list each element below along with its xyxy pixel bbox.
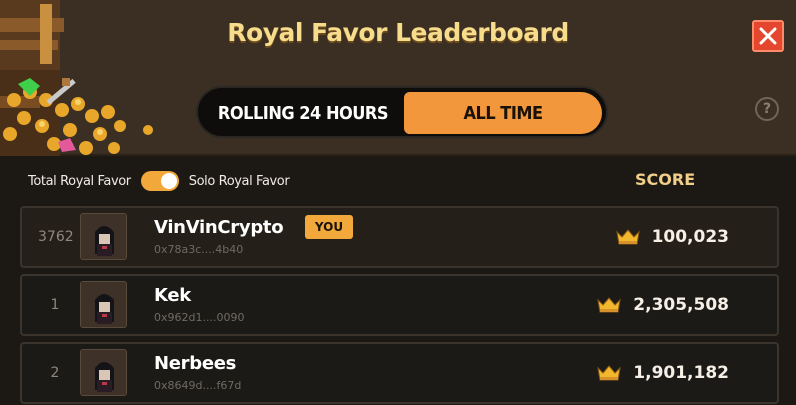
time-range-toggle: ROLLING 24 HOURS ALL TIME [196, 86, 608, 138]
close-button[interactable] [752, 20, 784, 52]
score-value: 100,023 [651, 227, 729, 247]
score-value: 2,305,508 [633, 295, 729, 315]
you-badge: YOU [305, 215, 353, 239]
crown-icon [597, 365, 622, 381]
tab-rolling-24-hours[interactable]: ROLLING 24 HOURS [204, 92, 402, 134]
avatar [80, 281, 127, 328]
score: 2,305,508 [597, 276, 729, 334]
rank: 3762 [38, 229, 74, 245]
page-title: Royal Favor Leaderboard [227, 18, 569, 47]
score: 100,023 [615, 208, 729, 266]
leaderboard-row-you: 3762 VinVinCrypto YOU 0x78a3c....4b40 10… [20, 206, 779, 268]
solo-royal-favor-label: Solo Royal Favor [188, 173, 290, 189]
avatar [80, 349, 127, 396]
player-name: VinVinCrypto [154, 217, 284, 238]
close-icon [759, 27, 777, 45]
avatar [80, 213, 127, 260]
score-value: 1,901,182 [633, 363, 729, 383]
leaderboard-row: 2 Nerbees 0x8649d....f67d 1,901,182 [20, 342, 779, 404]
total-royal-favor-label: Total Royal Favor [28, 173, 131, 189]
switch-knob [160, 173, 177, 189]
player-name: Nerbees [154, 353, 237, 374]
favor-filter: Total Royal Favor Solo Royal Favor [28, 170, 290, 192]
help-icon[interactable]: ? [755, 97, 779, 121]
leaderboard-row: 1 Kek 0x962d1....0090 2,305,508 [20, 274, 779, 336]
player-name: Kek [154, 285, 191, 306]
rank: 2 [50, 365, 60, 381]
wallet-address: 0x962d1....0090 [154, 311, 245, 324]
wallet-address: 0x78a3c....4b40 [154, 243, 244, 256]
tab-all-time[interactable]: ALL TIME [404, 92, 602, 134]
score: 1,901,182 [597, 344, 729, 402]
crown-icon [615, 229, 640, 245]
crown-icon [597, 297, 622, 313]
favor-type-switch[interactable] [140, 171, 179, 191]
wallet-address: 0x8649d....f67d [154, 379, 242, 392]
rank: 1 [50, 297, 60, 313]
score-column-header: SCORE [635, 170, 696, 189]
